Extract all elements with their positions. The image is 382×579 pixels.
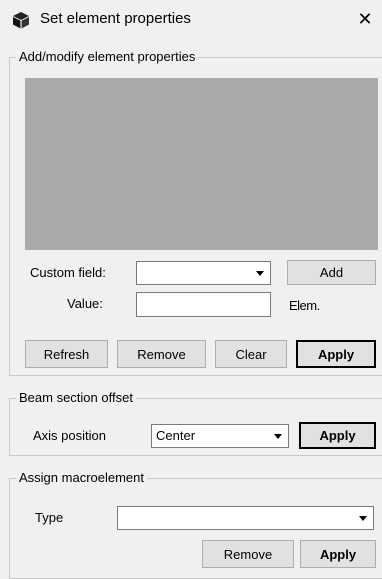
apply-macroelement-button[interactable]: Apply: [300, 540, 376, 568]
clear-button[interactable]: Clear: [215, 340, 287, 368]
add-button[interactable]: Add: [287, 260, 376, 285]
axis-position-label: Axis position: [33, 428, 106, 443]
custom-field-label: Custom field:: [30, 265, 106, 280]
chevron-down-icon: [274, 434, 282, 439]
element-properties-legend: Add/modify element properties: [19, 49, 196, 64]
chevron-down-icon: [359, 516, 367, 521]
beam-offset-legend: Beam section offset: [19, 390, 133, 405]
close-button[interactable]: ✕: [352, 6, 378, 32]
remove-macroelement-button[interactable]: Remove: [202, 540, 294, 568]
type-label: Type: [35, 510, 64, 525]
custom-field-select[interactable]: [136, 261, 271, 285]
cube-icon: [13, 12, 29, 29]
remove-button[interactable]: Remove: [117, 340, 206, 368]
properties-preview-panel: [25, 78, 378, 250]
axis-position-select[interactable]: Center: [151, 424, 289, 448]
custom-field-dropdown-arrow[interactable]: [252, 263, 269, 283]
window-title: Set element properties: [40, 10, 191, 27]
type-select[interactable]: [117, 506, 374, 530]
value-input[interactable]: [136, 292, 271, 317]
axis-position-select-value: Center: [156, 428, 196, 443]
refresh-button[interactable]: Refresh: [25, 340, 108, 368]
set-element-properties-window: Set element properties ✕ Add/modify elem…: [0, 0, 382, 579]
title-bar: Set element properties ✕: [0, 0, 382, 40]
apply-offset-button[interactable]: Apply: [299, 422, 376, 449]
chevron-down-icon: [256, 271, 264, 276]
apply-properties-button[interactable]: Apply: [296, 340, 376, 368]
axis-position-dropdown-arrow[interactable]: [270, 426, 287, 446]
elem-label: Elem.: [289, 298, 320, 313]
type-dropdown-arrow[interactable]: [355, 508, 372, 528]
macroelement-legend: Assign macroelement: [19, 470, 144, 485]
value-label: Value:: [67, 296, 103, 311]
